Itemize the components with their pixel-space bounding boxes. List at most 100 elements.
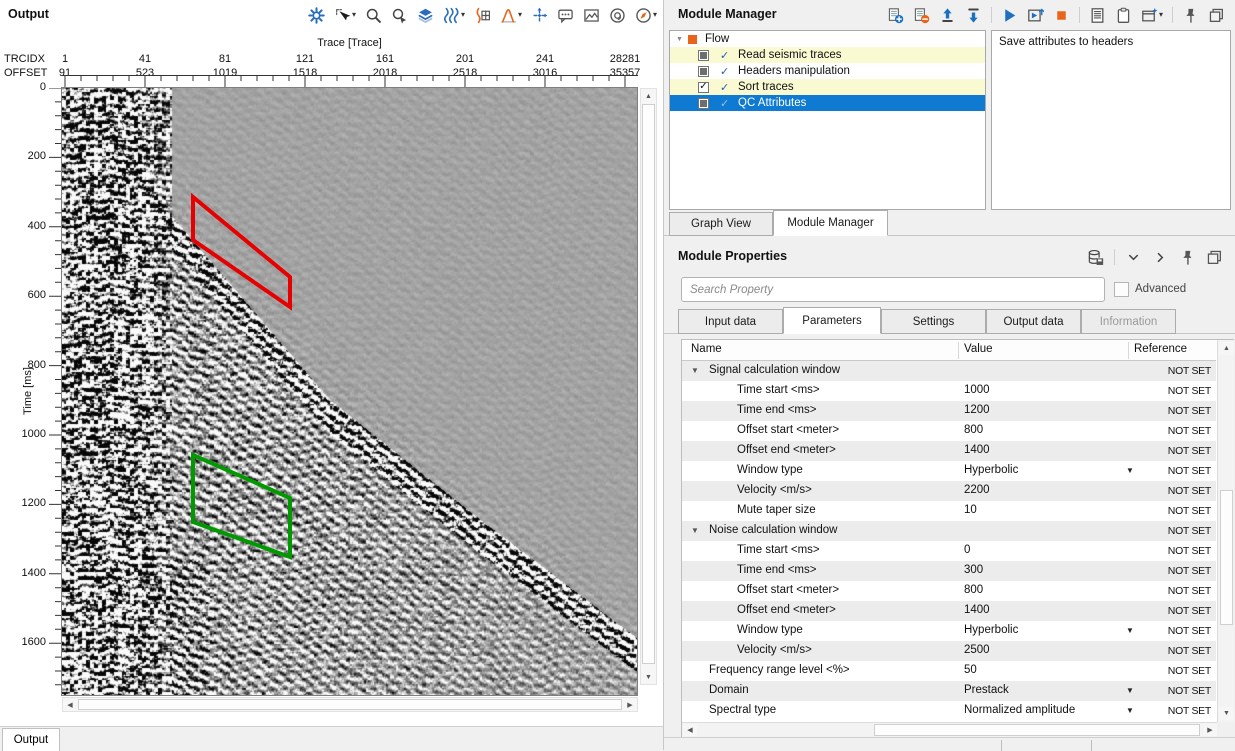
module-checkbox[interactable]: [698, 50, 709, 61]
parameter-row[interactable]: Offset end <meter>1400NOT SET: [682, 441, 1216, 461]
parameter-value[interactable]: Hyperbolic: [964, 464, 1018, 476]
parameter-value[interactable]: 800: [964, 424, 983, 436]
scroll-up-button[interactable]: ▲: [641, 89, 656, 103]
parameter-row[interactable]: Offset start <meter>800NOT SET: [682, 421, 1216, 441]
dropdown-caret-icon[interactable]: ▾: [461, 11, 465, 19]
move-crosshair-icon[interactable]: [531, 4, 548, 26]
viewer-vertical-scrollbar[interactable]: ▲ ▼: [640, 88, 657, 685]
parameter-row[interactable]: Time end <ms>300NOT SET: [682, 561, 1216, 581]
parameter-value[interactable]: Normalized amplitude: [964, 704, 1075, 716]
collapse-arrow-icon[interactable]: ▼: [691, 367, 699, 375]
tab-output-data[interactable]: Output data: [986, 309, 1081, 334]
float-icon[interactable]: [1206, 246, 1223, 268]
signal-window-annotation[interactable]: [193, 197, 290, 307]
dropdown-caret-icon[interactable]: ▼: [1126, 707, 1134, 715]
parameter-reference[interactable]: NOT SET: [1135, 445, 1211, 457]
parameter-row[interactable]: Window typeHyperbolic▼NOT SET: [682, 461, 1216, 481]
viewer-horizontal-scrollbar[interactable]: ◀ ▶: [62, 697, 638, 712]
parameter-row[interactable]: Mute taper size10NOT SET: [682, 501, 1216, 521]
parameter-reference[interactable]: NOT SET: [1135, 645, 1211, 657]
parameter-reference[interactable]: NOT SET: [1135, 585, 1211, 597]
parameter-value[interactable]: 50: [964, 664, 977, 676]
wiggle-display-icon[interactable]: ▾: [443, 4, 465, 26]
add-doc-icon[interactable]: [887, 4, 904, 26]
scroll-thumb[interactable]: [78, 699, 622, 710]
parameter-value[interactable]: 2200: [964, 484, 990, 496]
parameter-group-row[interactable]: ▼Noise calculation windowNOT SET: [682, 521, 1216, 541]
column-header-name[interactable]: Name: [691, 343, 722, 355]
tab-settings[interactable]: Settings: [881, 309, 986, 334]
scroll-up-button[interactable]: ▲: [1219, 342, 1234, 355]
parameter-value[interactable]: 10: [964, 504, 977, 516]
parameter-value[interactable]: 0: [964, 544, 970, 556]
comment-icon[interactable]: [557, 4, 574, 26]
spectrum-icon[interactable]: ▾: [500, 4, 522, 26]
parameter-reference[interactable]: NOT SET: [1135, 665, 1211, 677]
parameter-value[interactable]: 2500: [964, 644, 990, 656]
dropdown-caret-icon[interactable]: ▾: [352, 11, 356, 19]
noise-window-annotation[interactable]: [193, 455, 290, 557]
parameter-row[interactable]: Window typeHyperbolic▼NOT SET: [682, 621, 1216, 641]
run-icon[interactable]: [1001, 4, 1018, 26]
parameter-row[interactable]: Velocity <m/s>2500NOT SET: [682, 641, 1216, 661]
tab-module-manager[interactable]: Module Manager: [773, 210, 888, 236]
collapse-arrow-icon[interactable]: ▼: [691, 527, 699, 535]
parameter-value[interactable]: 1400: [964, 444, 990, 456]
seismic-view[interactable]: [62, 88, 637, 695]
float-icon[interactable]: [1208, 4, 1225, 26]
parameter-row[interactable]: Time end <ms>1200NOT SET: [682, 401, 1216, 421]
parameter-value[interactable]: Prestack: [964, 684, 1009, 696]
compass-icon[interactable]: ▾: [635, 4, 657, 26]
flow-module-row[interactable]: ✓✓Sort traces: [670, 79, 985, 95]
parameter-reference[interactable]: NOT SET: [1135, 545, 1211, 557]
parameter-reference[interactable]: NOT SET: [1135, 405, 1211, 417]
chevron-down-icon[interactable]: [1125, 246, 1142, 268]
dropdown-caret-icon[interactable]: ▼: [1126, 627, 1134, 635]
run-to-icon[interactable]: [1027, 4, 1044, 26]
parameter-value[interactable]: 1000: [964, 384, 990, 396]
parameter-reference[interactable]: NOT SET: [1135, 605, 1211, 617]
parameter-row[interactable]: Frequency range level <%>50NOT SET: [682, 661, 1216, 681]
dropdown-caret-icon[interactable]: ▾: [1159, 11, 1163, 19]
remove-doc-icon[interactable]: [913, 4, 930, 26]
parameter-row[interactable]: Offset end <meter>1400NOT SET: [682, 601, 1216, 621]
flow-module-row[interactable]: ✓Headers manipulation: [670, 63, 985, 79]
pin-icon[interactable]: [1182, 4, 1199, 26]
scroll-left-button[interactable]: ◀: [63, 698, 77, 711]
parameter-value[interactable]: 1400: [964, 604, 990, 616]
search-property-input[interactable]: [681, 277, 1105, 302]
parameter-value[interactable]: 1200: [964, 404, 990, 416]
parameter-row[interactable]: Time start <ms>0NOT SET: [682, 541, 1216, 561]
layers-icon[interactable]: [417, 4, 434, 26]
pointer-lasso-icon[interactable]: [391, 4, 408, 26]
dropdown-caret-icon[interactable]: ▾: [653, 11, 657, 19]
parameter-value[interactable]: 300: [964, 564, 983, 576]
scroll-thumb[interactable]: [1220, 490, 1233, 625]
parameter-row[interactable]: Offset start <meter>800NOT SET: [682, 581, 1216, 601]
parameter-reference[interactable]: NOT SET: [1135, 685, 1211, 697]
scroll-right-button[interactable]: ▶: [623, 698, 637, 711]
flow-module-row[interactable]: ✓Read seismic traces: [670, 47, 985, 63]
parameter-reference[interactable]: NOT SET: [1135, 505, 1211, 517]
dropdown-caret-icon[interactable]: ▼: [1126, 687, 1134, 695]
scroll-down-button[interactable]: ▼: [1219, 707, 1234, 720]
db-save-icon[interactable]: [1087, 246, 1104, 268]
parameter-reference[interactable]: NOT SET: [1135, 385, 1211, 397]
tab-output[interactable]: Output: [2, 728, 60, 751]
parameter-reference[interactable]: NOT SET: [1135, 705, 1211, 717]
dropdown-caret-icon[interactable]: ▾: [518, 11, 522, 19]
parameter-value[interactable]: Hyperbolic: [964, 624, 1018, 636]
scroll-left-button[interactable]: ◀: [683, 724, 697, 736]
select-mode-icon[interactable]: ▾: [334, 4, 356, 26]
report-icon[interactable]: [1089, 4, 1106, 26]
flow-root-row[interactable]: ▼Flow: [670, 31, 985, 47]
scroll-thumb[interactable]: [642, 104, 655, 664]
scroll-down-button[interactable]: ▼: [641, 670, 656, 684]
parameter-row[interactable]: DomainPrestack▼NOT SET: [682, 681, 1216, 701]
tab-graph-view[interactable]: Graph View: [669, 212, 773, 236]
parameter-group-row[interactable]: ▼Signal calculation windowNOT SET: [682, 361, 1216, 381]
image-view-icon[interactable]: [583, 4, 600, 26]
parameter-value[interactable]: 800: [964, 584, 983, 596]
dropdown-caret-icon[interactable]: ▼: [1126, 467, 1134, 475]
parameter-reference[interactable]: NOT SET: [1135, 565, 1211, 577]
